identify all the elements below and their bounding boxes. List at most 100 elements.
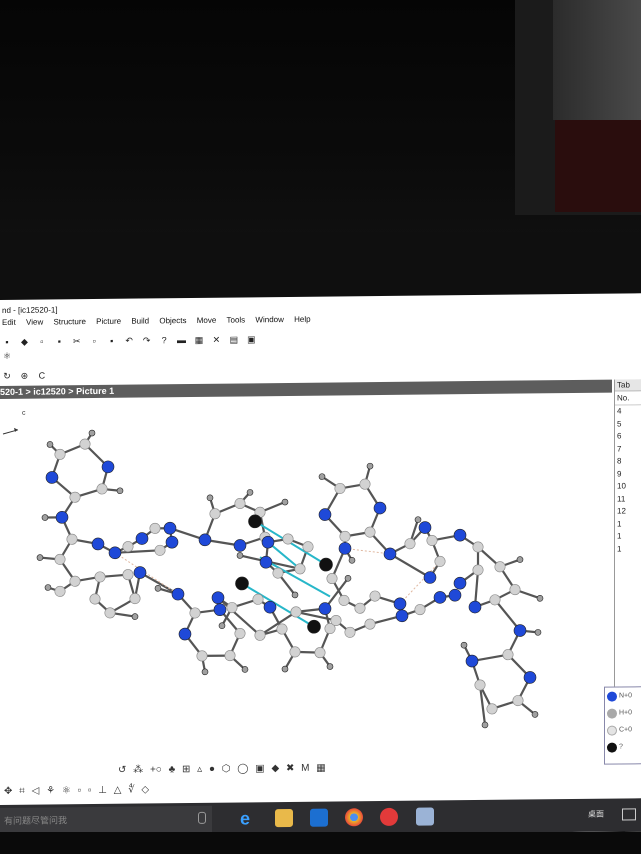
menu-tools[interactable]: Tools	[227, 315, 246, 324]
display-icon[interactable]: ▦	[316, 763, 325, 774]
carbon-atom[interactable]	[302, 541, 314, 553]
carbon-atom[interactable]	[189, 607, 201, 619]
carbon-atom[interactable]	[369, 590, 381, 602]
rotate-icon[interactable]: ↻	[2, 371, 12, 381]
table-row[interactable]: 8	[615, 455, 641, 468]
carbon-atom[interactable]	[364, 618, 376, 630]
microphone-icon[interactable]	[198, 811, 206, 824]
move-icon[interactable]: ✥	[4, 786, 12, 797]
hydrogen-atom[interactable]	[281, 498, 289, 506]
carbon-atom[interactable]	[54, 553, 66, 565]
file-explorer-icon[interactable]	[275, 808, 293, 828]
carbon-atom[interactable]	[509, 584, 521, 596]
menu-picture[interactable]: Picture	[96, 317, 121, 326]
carbon-atom[interactable]	[54, 585, 66, 597]
carbon-atom[interactable]	[224, 650, 236, 662]
color-icon[interactable]: ✖	[286, 763, 294, 774]
menu-help[interactable]: Help	[294, 315, 310, 324]
arrange-icon[interactable]: ⚛	[62, 785, 71, 796]
carbon-atom[interactable]	[426, 534, 438, 546]
molecule-icon[interactable]: ⚛	[2, 351, 12, 361]
carbon-atom[interactable]	[339, 530, 351, 542]
nitrogen-atom[interactable]	[178, 627, 192, 641]
carbon-atom[interactable]	[154, 544, 166, 556]
carbon-atom[interactable]	[414, 604, 426, 616]
tray-desktop-label[interactable]: 桌面	[588, 809, 604, 820]
label-icon[interactable]: M	[301, 763, 309, 774]
carbon-atom[interactable]	[474, 679, 486, 691]
nitrogen-atom[interactable]	[523, 671, 537, 684]
carbon-atom[interactable]	[69, 491, 81, 503]
fit-icon[interactable]: ⌗	[19, 786, 25, 797]
nitrogen-atom[interactable]	[45, 471, 59, 484]
hydrogen-atom[interactable]	[154, 585, 162, 592]
nitrogen-atom[interactable]	[448, 588, 462, 602]
erase-icon[interactable]: ◇	[141, 784, 149, 795]
hydrogen-atom[interactable]	[291, 591, 299, 599]
hydrogen-atom[interactable]	[534, 629, 542, 636]
carbon-atom[interactable]	[314, 647, 326, 659]
copy-view-icon[interactable]: ▫	[78, 785, 82, 796]
atom-select-icon[interactable]: ⊛	[19, 371, 29, 381]
nitrogen-atom[interactable]	[101, 460, 115, 474]
carbon-atom[interactable]	[89, 593, 101, 605]
nitrogen-atom[interactable]	[433, 591, 447, 604]
hydrogen-atom[interactable]	[318, 473, 326, 480]
nitrogen-atom[interactable]	[165, 535, 179, 549]
carbon-atom[interactable]	[96, 483, 108, 495]
polyhedron-icon[interactable]: ◆	[272, 763, 280, 774]
hydrogen-atom[interactable]	[516, 556, 524, 563]
table-row[interactable]: 11	[615, 493, 641, 506]
torsion-icon[interactable]: ∜	[128, 785, 134, 796]
hydrogen-atom[interactable]	[281, 665, 289, 673]
notification-icon[interactable]	[622, 808, 636, 821]
carbon-atom[interactable]	[486, 703, 498, 715]
nitrogen-atom[interactable]	[465, 654, 479, 668]
carbon-atom[interactable]	[359, 478, 371, 490]
menu-view[interactable]: View	[26, 318, 43, 327]
table-row[interactable]: 1	[615, 518, 641, 531]
nitrogen-atom[interactable]	[233, 539, 247, 552]
carbon-atom[interactable]	[489, 594, 501, 606]
carbon-atom[interactable]	[252, 593, 264, 605]
carbon-atom[interactable]	[472, 564, 484, 576]
nitrogen-atom[interactable]	[338, 542, 352, 555]
metal-atom[interactable]	[235, 576, 249, 591]
cell-icon[interactable]: C	[37, 371, 47, 381]
measure-icon[interactable]: ⊥	[98, 785, 107, 796]
nitrogen-atom[interactable]	[468, 600, 482, 614]
hydrogen-atom[interactable]	[46, 441, 54, 448]
hydrogen-atom[interactable]	[344, 575, 352, 582]
carbon-atom[interactable]	[282, 533, 294, 545]
menu-window[interactable]: Window	[255, 315, 283, 324]
nitrogen-atom[interactable]	[198, 533, 212, 547]
hydrogen-atom[interactable]	[536, 595, 544, 602]
app-icon[interactable]	[380, 807, 398, 827]
table-row[interactable]: 1	[615, 543, 641, 556]
store-icon[interactable]	[310, 808, 328, 827]
table-row[interactable]: 12	[615, 505, 641, 518]
sphere-icon[interactable]: ●	[209, 764, 215, 775]
carbon-atom[interactable]	[104, 607, 116, 619]
carbon-atom[interactable]	[226, 602, 238, 614]
metal-atom[interactable]	[319, 557, 333, 572]
chrome-icon[interactable]	[345, 808, 363, 827]
cursor-icon[interactable]: ▵	[197, 764, 202, 775]
carbon-atom[interactable]	[338, 594, 350, 606]
carbon-atom[interactable]	[129, 593, 141, 605]
hydrogen-atom[interactable]	[414, 516, 422, 523]
carbon-atom[interactable]	[404, 538, 416, 550]
nitrogen-atom[interactable]	[211, 591, 225, 605]
nitrogen-atom[interactable]	[318, 508, 332, 521]
grid-icon[interactable]: ⊞	[182, 764, 190, 775]
nitrogen-atom[interactable]	[373, 501, 387, 515]
hydrogen-atom[interactable]	[88, 429, 96, 437]
table-row[interactable]: 5	[615, 418, 641, 431]
mercury-app-icon[interactable]	[416, 807, 434, 826]
carbon-atom[interactable]	[290, 606, 302, 618]
carbon-atom[interactable]	[472, 541, 484, 553]
table-row[interactable]: 9	[615, 468, 641, 481]
menu-edit[interactable]: Edit	[2, 318, 16, 327]
nitrogen-atom[interactable]	[91, 537, 105, 551]
nitrogen-atom[interactable]	[213, 603, 227, 616]
